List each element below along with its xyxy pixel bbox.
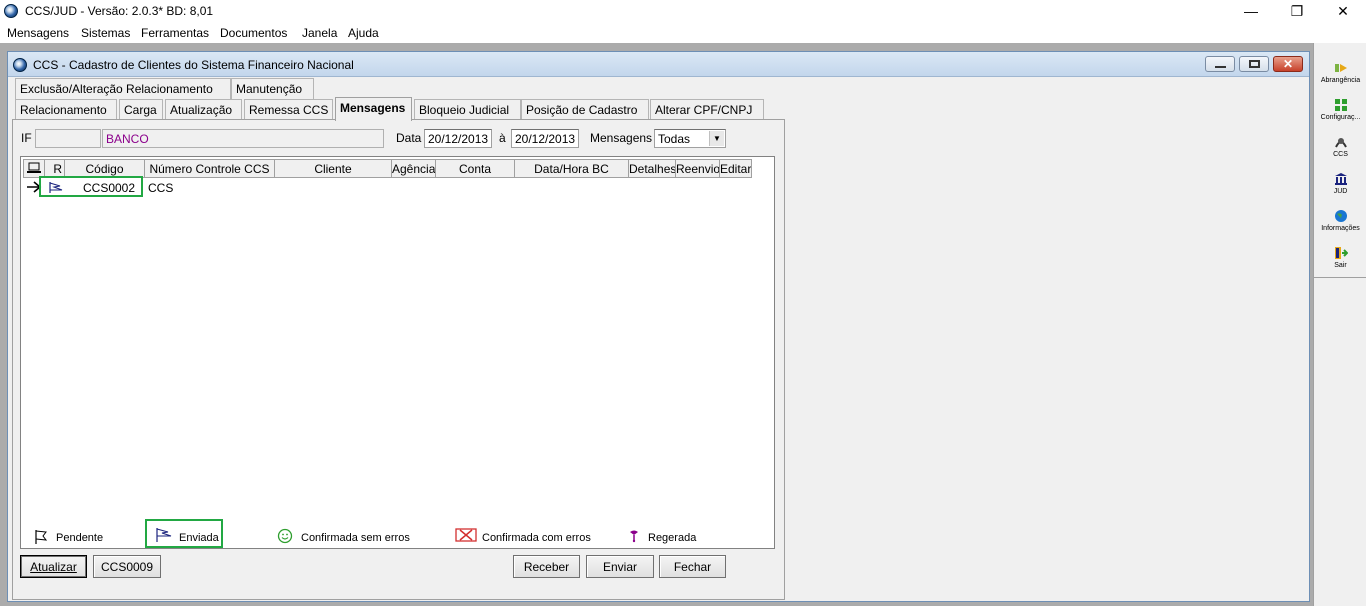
legend-regerada: Regerada — [648, 532, 697, 544]
exit-door-icon — [1334, 247, 1348, 259]
mensagens-select[interactable]: Todas ▼ — [654, 129, 726, 148]
if-label: IF — [21, 131, 32, 145]
enviar-button[interactable]: Enviar — [586, 555, 654, 578]
legend-confirmada-com-erros: Confirmada com erros — [482, 532, 591, 544]
minimize-icon — [1215, 66, 1226, 68]
sidebar-item-informacoes[interactable]: Informações — [1314, 209, 1366, 232]
tab-manutencao[interactable]: Manutenção — [231, 78, 314, 99]
window-title: CCS/JUD - Versão: 2.0.3* BD: 8,01 — [25, 4, 214, 18]
ccs0009-button[interactable]: CCS0009 — [93, 555, 161, 578]
error-envelope-icon — [455, 528, 477, 542]
legend-highlight-box — [145, 519, 223, 548]
pendente-flag-icon — [35, 530, 48, 544]
child-app-icon — [13, 58, 27, 72]
child-maximize-button[interactable] — [1239, 56, 1269, 72]
grid-header-agencia[interactable]: Agência — [392, 159, 436, 178]
app-icon — [4, 4, 18, 18]
sidebar-label: Informações — [1321, 225, 1360, 232]
grid-header-editar[interactable]: Editar — [720, 159, 752, 178]
tab-carga[interactable]: Carga — [119, 99, 163, 120]
sidebar-item-configuracoes[interactable]: Configuraç... — [1314, 98, 1366, 121]
shortcut-sidebar: Abrangência Configuraç... CCS JUD Inform… — [1313, 43, 1366, 606]
grid-header-detalhes[interactable]: Detalhes — [629, 159, 676, 178]
window-title-bar: CCS/JUD - Versão: 2.0.3* BD: 8,01 — ❐ ✕ — [0, 0, 1366, 23]
sidebar-divider — [1314, 277, 1366, 278]
sidebar-item-ccs[interactable]: CCS — [1314, 135, 1366, 158]
grid-header-numero-controle[interactable]: Número Controle CCS — [145, 159, 275, 178]
a-label: à — [499, 131, 506, 145]
date-to-field[interactable]: 20/12/2013 — [511, 129, 579, 148]
menu-bar: Mensagens Sistemas Ferramentas Documento… — [0, 23, 1366, 43]
close-icon[interactable]: ✕ — [1320, 0, 1366, 22]
mensagens-label: Mensagens — [590, 131, 653, 145]
if-name-field: BANCO — [102, 129, 384, 148]
sidebar-label: CCS — [1333, 151, 1348, 158]
tab-mensagens[interactable]: Mensagens — [335, 97, 412, 121]
if-code-field — [35, 129, 101, 148]
globe-icon — [1334, 210, 1347, 222]
config-icon — [1334, 99, 1347, 111]
tab-relacionamento[interactable]: Relacionamento — [15, 99, 117, 120]
minimize-icon[interactable]: — — [1228, 0, 1274, 22]
grid-header-reenvio[interactable]: Reenvio — [676, 159, 720, 178]
tab-alterar-cpf-cnpj[interactable]: Alterar CPF/CNPJ — [650, 99, 764, 120]
grid-header-cliente[interactable]: Cliente — [275, 159, 392, 178]
data-label: Data — [396, 131, 422, 145]
mensagens-select-value: Todas — [658, 132, 691, 146]
sidebar-item-sair[interactable]: Sair — [1314, 246, 1366, 269]
tab-bloqueio-judicial[interactable]: Bloqueio Judicial — [414, 99, 521, 120]
receber-button[interactable]: Receber — [513, 555, 580, 578]
menu-mensagens[interactable]: Mensagens — [7, 26, 69, 40]
sidebar-label: Configuraç... — [1320, 114, 1361, 121]
tab-posicao-cadastro[interactable]: Posição de Cadastro — [521, 99, 649, 120]
atualizar-label: Atualizar — [30, 560, 77, 574]
sidebar-label: Sair — [1334, 262, 1347, 269]
menu-sistemas[interactable]: Sistemas — [81, 26, 130, 40]
tab-atualizacao[interactable]: Atualização — [165, 99, 242, 120]
child-title: CCS - Cadastro de Clientes do Sistema Fi… — [33, 58, 354, 72]
sidebar-item-abrangencia[interactable]: Abrangência — [1314, 61, 1366, 84]
grid-header-conta[interactable]: Conta — [436, 159, 515, 178]
atualizar-button[interactable]: Atualizar — [20, 555, 87, 578]
restore-icon[interactable]: ❐ — [1274, 0, 1320, 22]
child-minimize-button[interactable] — [1205, 56, 1235, 72]
abrangencia-icon — [1334, 64, 1347, 72]
regerada-icon — [630, 530, 638, 543]
row-numero-controle: CCS — [148, 181, 174, 195]
child-close-button[interactable]: ✕ — [1273, 56, 1303, 72]
tab-exclusao-alteracao[interactable]: Exclusão/Alteração Relacionamento — [15, 78, 231, 99]
menu-documentos[interactable]: Documentos — [220, 26, 287, 40]
sidebar-label: JUD — [1333, 188, 1348, 195]
messages-grid[interactable]: R Código Número Controle CCS Cliente Agê… — [20, 156, 775, 549]
row-highlight-box — [39, 176, 143, 197]
courthouse-icon — [1334, 173, 1347, 185]
sidebar-item-jud[interactable]: JUD — [1314, 172, 1366, 195]
fechar-button[interactable]: Fechar — [659, 555, 726, 578]
chevron-down-icon[interactable]: ▼ — [709, 131, 724, 146]
grid-header-data-hora[interactable]: Data/Hora BC — [515, 159, 629, 178]
smiley-icon — [277, 528, 293, 544]
ccs-icon — [1334, 138, 1347, 148]
child-title-bar: CCS - Cadastro de Clientes do Sistema Fi… — [8, 52, 1309, 77]
menu-ajuda[interactable]: Ajuda — [348, 26, 379, 40]
date-from-field[interactable]: 20/12/2013 — [424, 129, 492, 148]
legend-confirmada-sem-erros: Confirmada sem erros — [301, 532, 410, 544]
maximize-icon — [1249, 60, 1260, 68]
legend-pendente: Pendente — [56, 532, 104, 544]
menu-janela[interactable]: Janela — [302, 26, 337, 40]
menu-ferramentas[interactable]: Ferramentas — [141, 26, 209, 40]
close-icon: ✕ — [1283, 57, 1294, 71]
computer-icon — [27, 162, 41, 173]
tab-remessa-ccs[interactable]: Remessa CCS — [244, 99, 333, 120]
sidebar-label: Abrangência — [1320, 77, 1361, 84]
